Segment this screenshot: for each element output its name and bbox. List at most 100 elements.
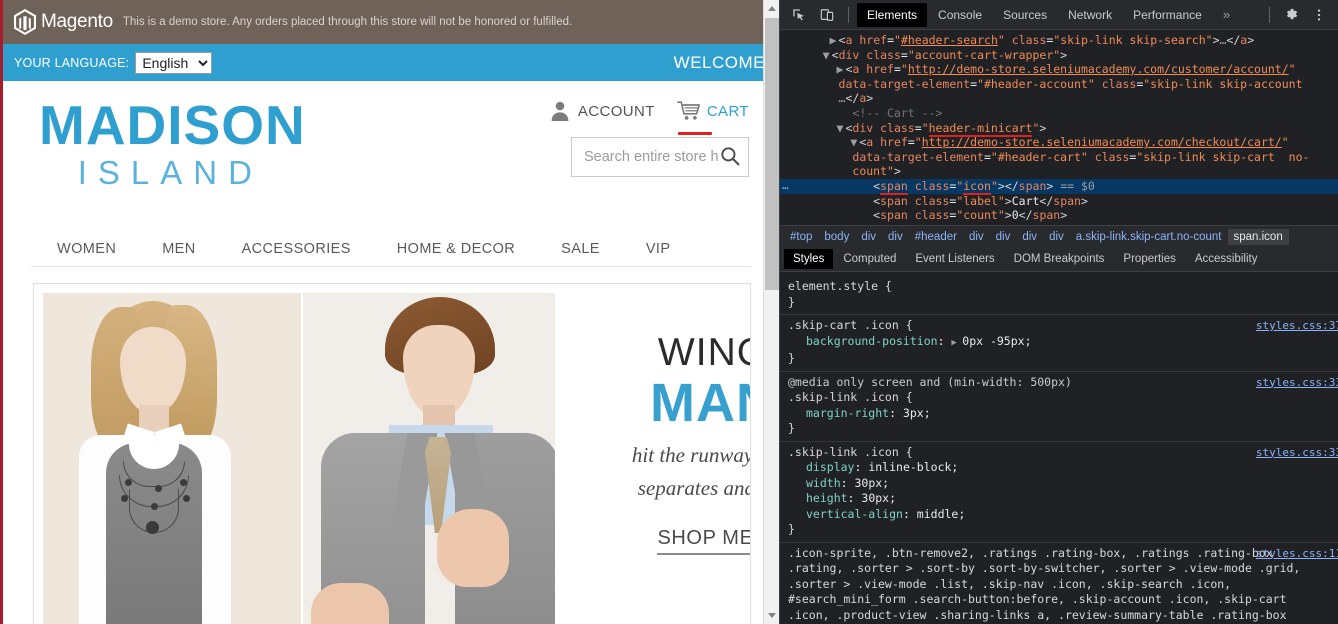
style-source-link[interactable]: styles.css:33	[1256, 375, 1338, 391]
declaration-value[interactable]: 0px -95px;	[962, 334, 1031, 348]
nav-item-home-decor[interactable]: HOME & DECOR	[374, 241, 538, 257]
line-cart-comment[interactable]: <!-- Cart -->	[780, 106, 1338, 121]
styles-pane[interactable]: element.style {} styles.css:37 .skip-cart …	[780, 276, 1338, 624]
breadcrumb-item[interactable]: span.icon	[1227, 228, 1289, 245]
line-account-link-end[interactable]: …</a>	[780, 91, 1338, 106]
breadcrumb-item[interactable]: div	[990, 229, 1017, 245]
tab-elements[interactable]: Elements	[857, 2, 928, 27]
style-declaration[interactable]: background-position: ▶ 0px -95px;	[788, 334, 1330, 352]
device-toolbar-icon[interactable]	[814, 3, 840, 27]
line-account-link[interactable]: ▶ <a href="http://demo-store.seleniumacad…	[780, 62, 1338, 77]
hero-cta-button[interactable]: SHOP MEN	[657, 527, 750, 555]
line-cart-link-end[interactable]: count">	[780, 164, 1338, 179]
line-a-close[interactable]: </a>	[780, 223, 1338, 225]
chevron-down-icon[interactable]: ▼	[823, 48, 832, 63]
breadcrumb-item[interactable]: div	[963, 229, 990, 245]
rule-skip-link-icon[interactable]: styles.css:33 .skip-link .icon {display: …	[780, 442, 1338, 543]
nav-item-vip[interactable]: VIP	[623, 241, 694, 257]
style-selector[interactable]: .skip-cart .icon {	[788, 318, 1330, 334]
style-selector[interactable]: .icon-sprite, .btn-remove2, .ratings .ra…	[788, 546, 1330, 624]
line-span-count[interactable]: <span class="count">0</span>	[780, 208, 1338, 223]
declaration-value[interactable]: 30px;	[854, 476, 889, 490]
declaration-value[interactable]: inline-block;	[868, 460, 958, 474]
breadcrumb-item[interactable]: #header	[909, 229, 963, 245]
chevron-right-icon[interactable]: ▶	[830, 33, 839, 48]
page-scrollbar[interactable]	[763, 0, 779, 624]
declaration-value[interactable]: 3px;	[903, 406, 931, 420]
breadcrumb-item[interactable]: body	[818, 229, 855, 245]
shorthand-expand-icon[interactable]: ▶	[951, 338, 962, 348]
breadcrumb-item[interactable]: div	[1016, 229, 1043, 245]
language-select[interactable]: EnglishFrenchGerman	[135, 51, 213, 74]
line-header-minicart[interactable]: ▼ <div class="header-minicart">	[780, 120, 1338, 137]
media-query-text: @media only screen and (min-width: 500px…	[788, 374, 1072, 389]
chevron-down-icon[interactable]: ▼	[850, 135, 859, 150]
breadcrumb-item[interactable]: div	[882, 229, 909, 245]
inspect-element-icon[interactable]	[786, 3, 812, 27]
rule-element-style[interactable]: element.style {}	[780, 276, 1338, 315]
sidebar-tab-event-listeners[interactable]: Event Listeners	[906, 249, 1003, 269]
dom-token: span	[1018, 178, 1047, 193]
declaration-value[interactable]: 30px;	[861, 491, 896, 505]
style-selector[interactable]: .skip-link .icon {	[788, 390, 1330, 406]
style-source-link[interactable]: styles.css:11	[1256, 546, 1338, 562]
scroll-up-arrow-icon[interactable]	[764, 0, 779, 17]
tab-performance[interactable]: Performance	[1123, 3, 1212, 27]
nav-item-sale[interactable]: SALE	[538, 241, 623, 257]
rule-skip-link-icon-media[interactable]: styles.css:33 @media only screen and (min…	[780, 372, 1338, 442]
breadcrumb-item[interactable]: div	[855, 229, 882, 245]
rule-icon-sprite[interactable]: styles.css:11 .icon-sprite, .btn-remove2,…	[780, 543, 1338, 624]
store-logo[interactable]: MADISON ISLAND	[39, 95, 306, 191]
style-declaration[interactable]: vertical-align: middle;	[788, 507, 1330, 523]
sidebar-tab-computed[interactable]: Computed	[834, 249, 905, 269]
scroll-down-arrow-icon[interactable]	[764, 607, 779, 624]
kebab-menu-icon[interactable]	[1306, 3, 1332, 27]
dom-token: "skip-link skip-cart no-	[1136, 149, 1310, 164]
tab-sources[interactable]: Sources	[993, 3, 1057, 27]
declaration-colon: :	[840, 475, 855, 490]
dom-tree[interactable]: ▶ <a href="#header-search" class="skip-li…	[780, 30, 1338, 225]
tab-console[interactable]: Console	[928, 3, 992, 27]
sidebar-tab-accessibility[interactable]: Accessibility	[1186, 249, 1267, 269]
search-button[interactable]	[720, 146, 740, 169]
line-account-cart-wrapper[interactable]: ▼ <div class="account-cart-wrapper">	[780, 48, 1338, 63]
line-span-label[interactable]: <span class="label">Cart</span>	[780, 194, 1338, 209]
breadcrumb-item[interactable]: div	[1043, 229, 1070, 245]
line-span-icon[interactable]: … <span class="icon"></span> == $0	[780, 178, 1338, 195]
search-box[interactable]	[571, 137, 749, 177]
breadcrumb-item[interactable]: #top	[784, 229, 818, 245]
tab-network[interactable]: Network	[1058, 3, 1122, 27]
sidebar-tab-styles[interactable]: Styles	[784, 249, 834, 269]
sidebar-tab-properties[interactable]: Properties	[1114, 249, 1184, 269]
line-skip-search[interactable]: ▶ <a href="#header-search" class="skip-li…	[780, 33, 1338, 48]
dom-token: href	[859, 33, 888, 47]
style-selector[interactable]: .skip-link .icon {	[788, 445, 1330, 461]
line-cart-link-cont[interactable]: data-target-element="#header-cart" class…	[780, 150, 1338, 165]
nav-item-accessories[interactable]: ACCESSORIES	[219, 241, 374, 257]
style-declaration[interactable]: width: 30px;	[788, 476, 1330, 492]
line-cart-link[interactable]: ▼ <a href="http://demo-store.seleniumacad…	[780, 135, 1338, 150]
rule-skip-cart-icon[interactable]: styles.css:37 .skip-cart .icon {backgroun…	[780, 315, 1338, 372]
gear-icon[interactable]	[1278, 3, 1304, 27]
account-link[interactable]: ACCOUNT	[548, 99, 655, 123]
style-declaration[interactable]: margin-right: 3px;	[788, 406, 1330, 422]
style-selector[interactable]: element.style {	[788, 279, 1330, 295]
style-source-link[interactable]: styles.css:37	[1256, 318, 1338, 334]
more-tabs-button[interactable]: »	[1214, 3, 1239, 26]
style-declaration[interactable]: display: inline-block;	[788, 460, 1330, 476]
search-input[interactable]	[582, 148, 720, 166]
style-declaration[interactable]: height: 30px;	[788, 491, 1330, 507]
dom-token: >	[1080, 193, 1088, 208]
sidebar-tab-dom-breakpoints[interactable]: DOM Breakpoints	[1005, 249, 1114, 269]
nav-item-men[interactable]: MEN	[139, 241, 218, 257]
scrollbar-thumb[interactable]	[765, 18, 779, 290]
language-bar: YOUR LANGUAGE: EnglishFrenchGerman WELCO…	[3, 44, 779, 81]
nav-item-women[interactable]: WOMEN	[31, 241, 139, 257]
cart-link[interactable]: CART	[676, 99, 749, 135]
style-source-link[interactable]: styles.css:33	[1256, 445, 1338, 461]
declaration-value[interactable]: middle;	[917, 507, 965, 521]
line-account-link-cont[interactable]: data-target-element="#header-account" cl…	[780, 77, 1338, 92]
breadcrumb-item[interactable]: a.skip-link.skip-cart.no-count	[1070, 229, 1228, 245]
